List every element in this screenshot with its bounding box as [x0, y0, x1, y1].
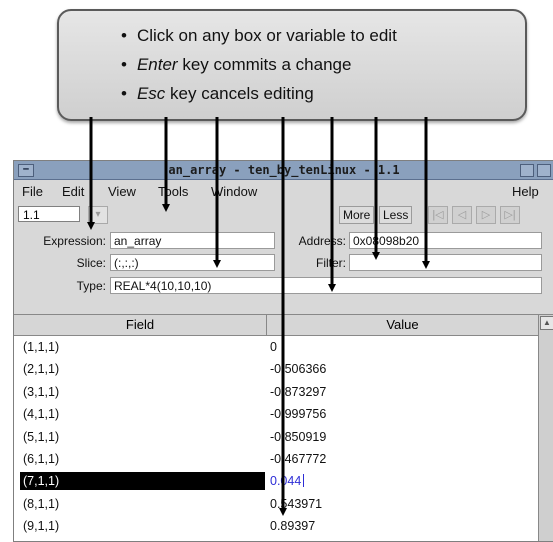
- text-caret: [303, 474, 305, 488]
- maximize-icon[interactable]: [537, 164, 551, 177]
- row-field[interactable]: (3,1,1): [23, 385, 59, 399]
- menu-window[interactable]: Window: [211, 184, 257, 199]
- table-header: Field Value: [14, 315, 538, 336]
- row-value[interactable]: -0.506366: [270, 362, 326, 376]
- filter-field[interactable]: [349, 254, 542, 271]
- slice-label: Slice:: [76, 256, 106, 270]
- value-column-header[interactable]: Value: [267, 315, 538, 335]
- menu-help[interactable]: Help: [512, 184, 539, 199]
- row-value[interactable]: -0.850919: [270, 430, 326, 444]
- row-field[interactable]: (4,1,1): [23, 407, 59, 421]
- slice-field[interactable]: (:,:,:): [110, 254, 275, 271]
- menu-view[interactable]: View: [108, 184, 136, 199]
- minimize-icon[interactable]: [520, 164, 534, 177]
- first-icon[interactable]: |◁: [428, 206, 448, 224]
- table-row[interactable]: (5,1,1) -0.850919: [14, 426, 538, 448]
- scope-dropdown-icon[interactable]: ▾: [88, 206, 108, 224]
- row-value[interactable]: 0.543971: [270, 497, 322, 511]
- row-value[interactable]: 0: [270, 340, 277, 354]
- last-icon[interactable]: ▷|: [500, 206, 520, 224]
- scroll-up-icon[interactable]: ▲: [540, 316, 553, 330]
- menu-tools[interactable]: Tools: [158, 184, 188, 199]
- instruction-callout: Click on any box or variable to edit Ent…: [57, 9, 527, 121]
- variable-form: Expression: an_array Address: 0x08098b20…: [14, 229, 553, 311]
- vertical-scrollbar[interactable]: ▲: [538, 315, 553, 541]
- table-rows: (1,1,1) 0 (2,1,1) -0.506366 (3,1,1) -0.8732…: [14, 336, 538, 538]
- type-field[interactable]: REAL*4(10,10,10): [110, 277, 542, 294]
- edit-text[interactable]: 0.044: [270, 474, 301, 488]
- address-field[interactable]: 0x08098b20: [349, 232, 542, 249]
- menu-bar: File Edit View Tools Window Help: [14, 180, 553, 202]
- row-value[interactable]: -0.873297: [270, 385, 326, 399]
- field-column-header[interactable]: Field: [14, 315, 267, 335]
- callout-line-1: Click on any box or variable to edit: [121, 21, 397, 50]
- title-bar[interactable]: ━ an_array - ten_by_tenLinux - 1.1: [14, 161, 553, 180]
- table-row[interactable]: (2,1,1) -0.506366: [14, 358, 538, 380]
- row-field[interactable]: (2,1,1): [23, 362, 59, 376]
- expression-label: Expression:: [43, 234, 106, 248]
- row-field[interactable]: (5,1,1): [23, 430, 59, 444]
- table-row[interactable]: (8,1,1) 0.543971: [14, 493, 538, 515]
- table-row[interactable]: (6,1,1) -0.467772: [14, 448, 538, 470]
- window-title: an_array - ten_by_tenLinux - 1.1: [168, 163, 400, 177]
- row-field[interactable]: (6,1,1): [23, 452, 59, 466]
- address-label: Address:: [298, 234, 346, 248]
- row-field[interactable]: (9,1,1): [23, 519, 59, 533]
- less-button[interactable]: Less: [379, 206, 413, 224]
- callout-line-2: Enter key commits a change: [121, 50, 397, 79]
- table-row[interactable]: (9,1,1) 0.89397: [14, 515, 538, 537]
- toolbar: 1.1 ▾ More Less |◁ ◁ ▷ ▷|: [14, 203, 553, 227]
- row-value-editing[interactable]: 0.044: [270, 474, 305, 488]
- type-label: Type:: [76, 279, 106, 293]
- scope-field[interactable]: 1.1: [18, 206, 80, 222]
- table-row-selected[interactable]: (7,1,1) 0.044: [14, 470, 538, 492]
- row-value[interactable]: -0.467772: [270, 452, 326, 466]
- expression-field[interactable]: an_array: [110, 232, 275, 249]
- row-field[interactable]: (7,1,1): [23, 474, 59, 488]
- previous-icon[interactable]: ◁: [452, 206, 472, 224]
- filter-label: Filter:: [316, 256, 346, 270]
- table-row[interactable]: (1,1,1) 0: [14, 336, 538, 358]
- next-icon[interactable]: ▷: [476, 206, 496, 224]
- data-table: Field Value ▲ (1,1,1) 0 (2,1,1) -0.506366 …: [14, 314, 553, 541]
- row-field[interactable]: (8,1,1): [23, 497, 59, 511]
- menu-file[interactable]: File: [22, 184, 43, 199]
- menu-edit[interactable]: Edit: [62, 184, 84, 199]
- row-value[interactable]: 0.89397: [270, 519, 315, 533]
- row-field[interactable]: (1,1,1): [23, 340, 59, 354]
- table-row[interactable]: (4,1,1) -0.999756: [14, 403, 538, 425]
- more-button[interactable]: More: [339, 206, 375, 224]
- table-row[interactable]: (3,1,1) -0.873297: [14, 381, 538, 403]
- row-value[interactable]: -0.999756: [270, 407, 326, 421]
- callout-line-3: Esc key cancels editing: [121, 79, 397, 108]
- variable-window: ━ an_array - ten_by_tenLinux - 1.1 File …: [13, 160, 553, 542]
